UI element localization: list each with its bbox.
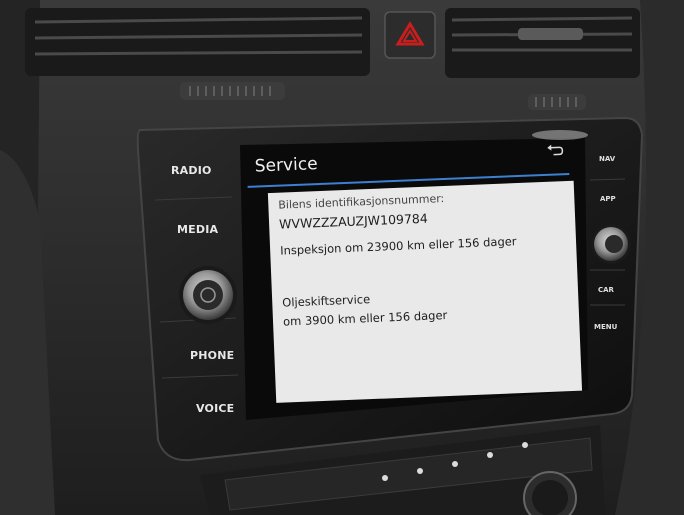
voice-button[interactable]: VOICE	[196, 402, 234, 415]
service-info-panel: Bilens identifikasjonsnummer: WVWZZZAUZJ…	[267, 180, 583, 403]
menu-button[interactable]: MENU	[594, 323, 617, 331]
infotainment-screen: Service Bilens identifikasjonsnummer: WV…	[244, 134, 587, 409]
oil-service-label: Oljeskiftservice	[281, 292, 371, 310]
screen-title: Service	[254, 154, 318, 177]
nav-button[interactable]: NAV	[599, 155, 615, 163]
vin-value: WVWZZZAUZJW109784	[278, 210, 429, 232]
inspection-text: Inspeksjon om 23900 km eller 156 dager	[279, 234, 517, 258]
car-button[interactable]: CAR	[598, 286, 614, 294]
media-button[interactable]: MEDIA	[177, 223, 218, 236]
radio-button[interactable]: RADIO	[171, 164, 212, 177]
back-arrow-icon[interactable]	[546, 142, 565, 157]
oil-service-value: om 3900 km eller 156 dager	[282, 307, 448, 329]
vin-label: Bilens identifikasjonsnummer:	[278, 192, 445, 212]
phone-button[interactable]: PHONE	[190, 349, 234, 362]
app-button[interactable]: APP	[600, 195, 616, 203]
infotainment-scene: RADIO MEDIA PHONE VOICE NAV APP CAR MENU…	[0, 0, 684, 515]
